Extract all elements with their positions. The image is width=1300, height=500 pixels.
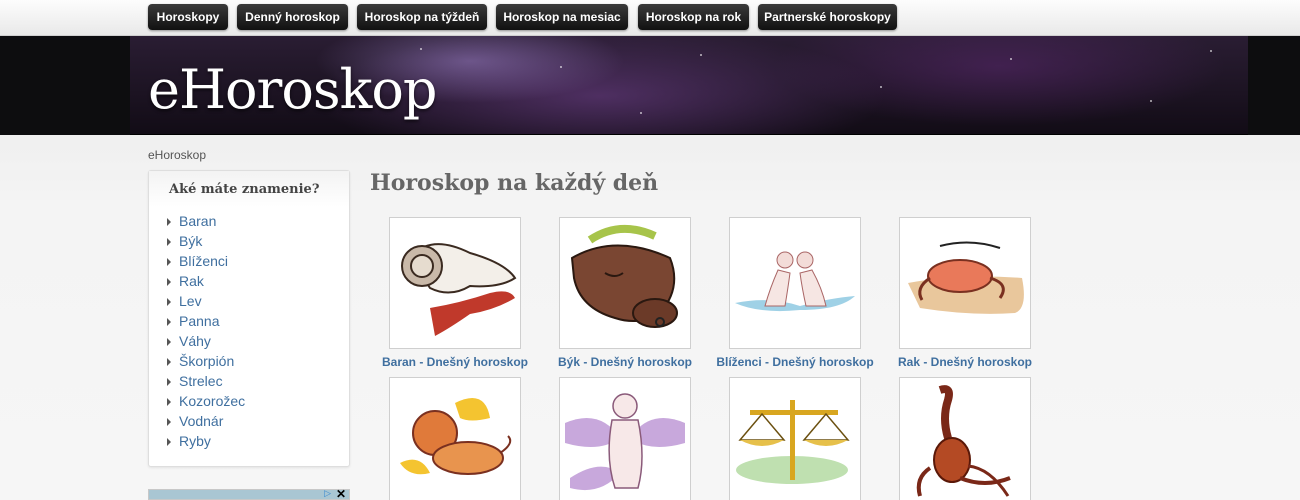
sign-link-lev[interactable]: Lev <box>167 291 245 311</box>
arrow-right-icon <box>167 258 171 266</box>
star-decoration <box>700 54 702 56</box>
arrow-right-icon <box>167 418 171 426</box>
star-decoration <box>1150 100 1152 102</box>
close-icon[interactable]: ✕ <box>336 487 346 500</box>
arrow-right-icon <box>167 338 171 346</box>
sign-label: Baran <box>179 213 217 229</box>
sign-label: Ryby <box>179 433 211 449</box>
card-panna[interactable] <box>559 377 691 500</box>
arrow-right-icon <box>167 398 171 406</box>
sign-label: Blíženci <box>179 253 229 269</box>
nav-horoskopy[interactable]: Horoskopy <box>148 4 228 30</box>
star-decoration <box>1210 50 1212 52</box>
card-caption-byk[interactable]: Býk - Dnešný horoskop <box>540 355 710 369</box>
sign-link-vodnar[interactable]: Vodnár <box>167 411 245 431</box>
arrow-right-icon <box>167 218 171 226</box>
card-baran[interactable] <box>389 217 521 349</box>
star-decoration <box>640 112 642 114</box>
breadcrumb[interactable]: eHoroskop <box>148 148 206 162</box>
lion-icon <box>400 398 512 475</box>
twins-icon <box>735 251 855 312</box>
scales-icon <box>736 400 850 484</box>
sign-label: Panna <box>179 313 220 329</box>
arrow-right-icon <box>167 298 171 306</box>
card-caption-rak[interactable]: Rak - Dnešný horoskop <box>880 355 1050 369</box>
sign-label: Škorpión <box>179 353 235 369</box>
crab-icon <box>908 241 1024 314</box>
nav-horoskop-na-rok[interactable]: Horoskop na rok <box>638 4 749 30</box>
nav-denny-horoskop[interactable]: Denný horoskop <box>237 4 348 30</box>
sign-link-baran[interactable]: Baran <box>167 211 245 231</box>
sign-label: Strelec <box>179 373 223 389</box>
sign-link-ryby[interactable]: Ryby <box>167 431 245 451</box>
sign-label: Kozorožec <box>179 393 246 409</box>
ad-banner[interactable]: ▷ ✕ <box>148 487 350 500</box>
nav-horoskop-na-mesiac[interactable]: Horoskop na mesiac <box>496 4 628 30</box>
banner-edge-right <box>1248 36 1300 135</box>
sign-link-strelec[interactable]: Strelec <box>167 371 245 391</box>
card-blizenci[interactable] <box>729 217 861 349</box>
top-nav: Horoskopy Denný horoskop Horoskop na týž… <box>0 0 1300 36</box>
adchoices-icon[interactable]: ▷ <box>324 488 331 499</box>
card-lev[interactable] <box>389 377 521 500</box>
nav-horoskop-na-tyzden[interactable]: Horoskop na týždeň <box>357 4 487 30</box>
site-title[interactable]: eHoroskop <box>148 58 437 121</box>
sign-link-kozorozec[interactable]: Kozorožec <box>167 391 245 411</box>
header-banner: eHoroskop <box>0 36 1300 135</box>
zodiac-sign-menu: Aké máte znamenie? Baran Býk Blíženci Ra… <box>148 170 350 467</box>
sign-label: Býk <box>179 233 203 249</box>
arrow-right-icon <box>167 438 171 446</box>
card-byk[interactable] <box>559 217 691 349</box>
arrow-right-icon <box>167 318 171 326</box>
nav-partnerske-horoskopy[interactable]: Partnerské horoskopy <box>758 4 897 30</box>
card-caption-baran[interactable]: Baran - Dnešný horoskop <box>370 355 540 369</box>
bull-icon <box>570 224 678 328</box>
arrow-right-icon <box>167 238 171 246</box>
card-rak[interactable] <box>899 217 1031 349</box>
sign-list: Baran Býk Blíženci Rak Lev Panna Váhy Šk… <box>167 211 245 451</box>
sign-label: Lev <box>179 293 202 309</box>
star-decoration <box>1010 58 1012 60</box>
sign-label: Vodnár <box>179 413 224 429</box>
sign-label: Rak <box>179 273 204 289</box>
sign-link-byk[interactable]: Býk <box>167 231 245 251</box>
star-decoration <box>560 66 562 68</box>
scorpion-icon <box>916 385 1011 497</box>
sign-label: Váhy <box>179 333 211 349</box>
banner-edge-left <box>0 36 130 135</box>
ram-icon <box>401 243 517 336</box>
arrow-right-icon <box>167 358 171 366</box>
sidebar-title: Aké máte znamenie? <box>169 182 320 197</box>
arrow-right-icon <box>167 378 171 386</box>
star-decoration <box>420 48 422 50</box>
sign-link-blizenci[interactable]: Blíženci <box>167 251 245 271</box>
card-vahy[interactable] <box>729 377 861 500</box>
card-caption-blizenci[interactable]: Blíženci - Dnešný horoskop <box>710 355 880 369</box>
star-decoration <box>880 86 882 88</box>
sign-link-rak[interactable]: Rak <box>167 271 245 291</box>
card-skorpion[interactable] <box>899 377 1031 500</box>
arrow-right-icon <box>167 278 171 286</box>
sign-link-vahy[interactable]: Váhy <box>167 331 245 351</box>
page-title: Horoskop na každý deň <box>370 170 659 196</box>
virgin-icon <box>565 393 685 491</box>
sign-link-skorpion[interactable]: Škorpión <box>167 351 245 371</box>
sign-link-panna[interactable]: Panna <box>167 311 245 331</box>
